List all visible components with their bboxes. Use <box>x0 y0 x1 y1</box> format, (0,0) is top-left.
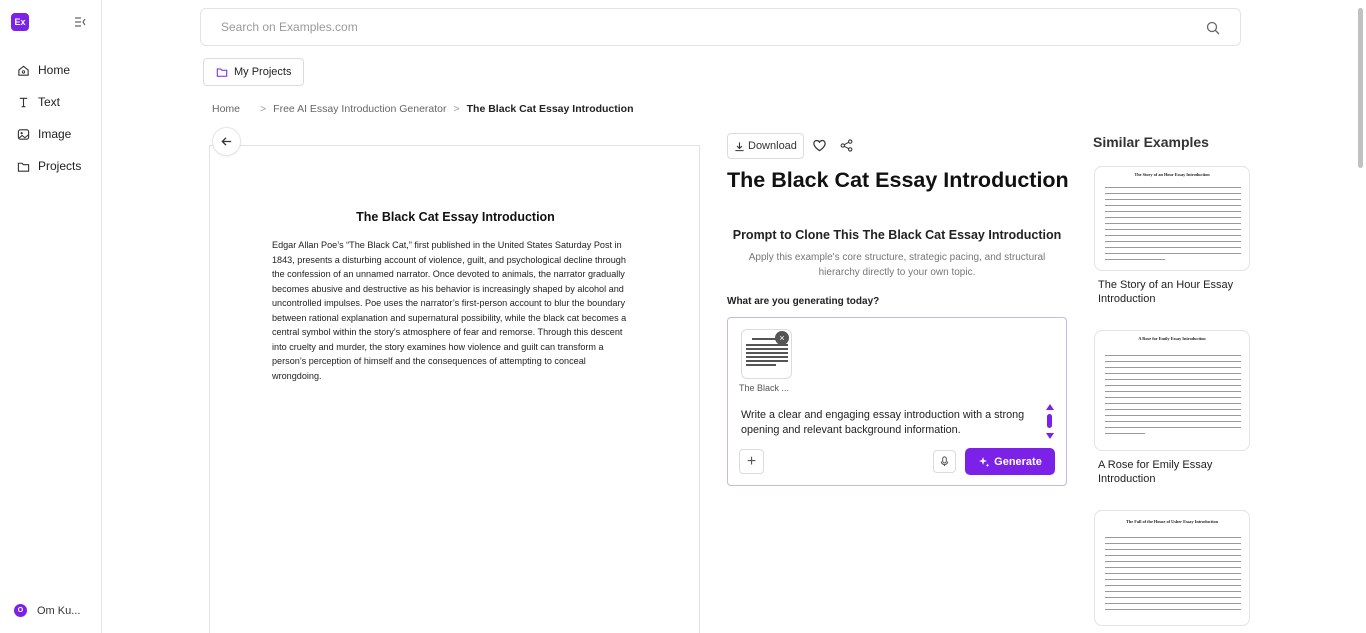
breadcrumb-current: The Black Cat Essay Introduction <box>466 103 634 115</box>
arrow-left-icon <box>221 137 232 146</box>
similar-example-title[interactable]: A Rose for Emily Essay Introduction <box>1098 458 1248 486</box>
folder-icon <box>216 68 228 77</box>
sidebar-item-image[interactable]: Image <box>17 127 71 141</box>
similar-example-card[interactable]: The Story of an Hour Essay Introduction <box>1094 166 1250 271</box>
generate-label: Generate <box>994 455 1042 468</box>
similar-example-title[interactable]: The Story of an Hour Essay Introduction <box>1098 278 1248 306</box>
sidebar-item-label: Projects <box>38 159 82 173</box>
sidebar-item-label: Home <box>38 63 71 77</box>
textarea-scrollbar[interactable] <box>1047 414 1052 428</box>
sparkle-icon <box>979 456 990 467</box>
document-preview: The Black Cat Essay Introduction Edgar A… <box>209 145 700 633</box>
microphone-icon <box>940 456 949 467</box>
search-input[interactable] <box>221 20 1181 34</box>
sidebar-item-projects[interactable]: Projects <box>17 159 81 173</box>
similar-example-card[interactable]: The Fall of the House of Usher Essay Int… <box>1094 510 1250 626</box>
brand-logo[interactable]: Ex <box>11 13 29 31</box>
breadcrumb-separator: > <box>260 103 267 115</box>
download-icon <box>735 141 744 151</box>
card-thumbnail-title: The Fall of the House of Usher Essay Int… <box>1126 519 1218 524</box>
home-icon <box>18 65 29 76</box>
page-scrollbar[interactable] <box>1358 8 1363 168</box>
page-title: The Black Cat Essay Introduction <box>727 168 1069 192</box>
avatar-initial: O <box>17 607 24 614</box>
scroll-down-icon[interactable] <box>1046 433 1054 439</box>
sidebar-item-home[interactable]: Home <box>17 63 70 77</box>
scroll-up-icon[interactable] <box>1046 404 1054 410</box>
app-root: Ex Home Text Image Projects O Om Ku... S… <box>0 0 1366 633</box>
remove-attachment-button[interactable]: × <box>775 331 789 345</box>
add-attachment-button[interactable]: + <box>739 449 764 474</box>
download-label: Download <box>748 140 797 152</box>
breadcrumb-generator[interactable]: Free AI Essay Introduction Generator <box>273 103 446 115</box>
sidebar-item-text[interactable]: Text <box>17 95 60 109</box>
user-menu[interactable]: O Om Ku... <box>14 604 80 617</box>
document-title: The Black Cat Essay Introduction <box>356 210 555 224</box>
sidebar: Ex Home Text Image Projects O Om Ku... <box>0 0 102 633</box>
text-icon <box>19 97 28 107</box>
prompt-heading: Prompt to Clone This The Black Cat Essay… <box>732 228 1062 242</box>
search-icon[interactable] <box>1206 21 1220 35</box>
generate-button[interactable]: Generate <box>965 448 1055 475</box>
image-icon <box>17 128 30 140</box>
card-thumbnail-title: A Rose for Emily Essay Introduction <box>1138 336 1206 341</box>
card-thumbnail-title: The Story of an Hour Essay Introduction <box>1134 172 1210 177</box>
collapse-sidebar-icon[interactable] <box>73 15 87 29</box>
sidebar-item-label: Text <box>38 95 61 109</box>
microphone-button[interactable] <box>933 450 956 473</box>
sidebar-item-label: Image <box>38 127 72 141</box>
attachment-label: The Black ... <box>739 383 790 393</box>
user-name: Om Ku... <box>37 604 81 617</box>
breadcrumb-separator: > <box>453 103 460 115</box>
search-bar <box>200 8 1241 46</box>
document-body: Edgar Allan Poe’s “The Black Cat,” first… <box>272 240 627 381</box>
prompt-composer: × The Black ... Write a clear and engagi… <box>727 317 1067 486</box>
breadcrumb: Home > Free AI Essay Introduction Genera… <box>212 103 634 115</box>
folder-icon <box>17 162 30 172</box>
heart-icon[interactable] <box>812 138 827 153</box>
download-button[interactable]: Download <box>727 133 804 159</box>
similar-example-card[interactable]: A Rose for Emily Essay Introduction <box>1094 330 1250 451</box>
my-projects-button[interactable]: My Projects <box>203 58 305 86</box>
breadcrumb-home[interactable]: Home <box>212 103 240 115</box>
back-button[interactable] <box>212 127 241 156</box>
prompt-textarea[interactable]: Write a clear and engaging essay introdu… <box>741 408 1031 438</box>
prompt-subtitle: Apply this example's core structure, str… <box>748 252 1046 278</box>
share-icon[interactable] <box>840 139 853 152</box>
my-projects-label: My Projects <box>234 66 292 78</box>
avatar: O <box>14 604 27 617</box>
generate-question: What are you generating today? <box>727 296 880 307</box>
similar-examples-heading: Similar Examples <box>1093 134 1209 150</box>
